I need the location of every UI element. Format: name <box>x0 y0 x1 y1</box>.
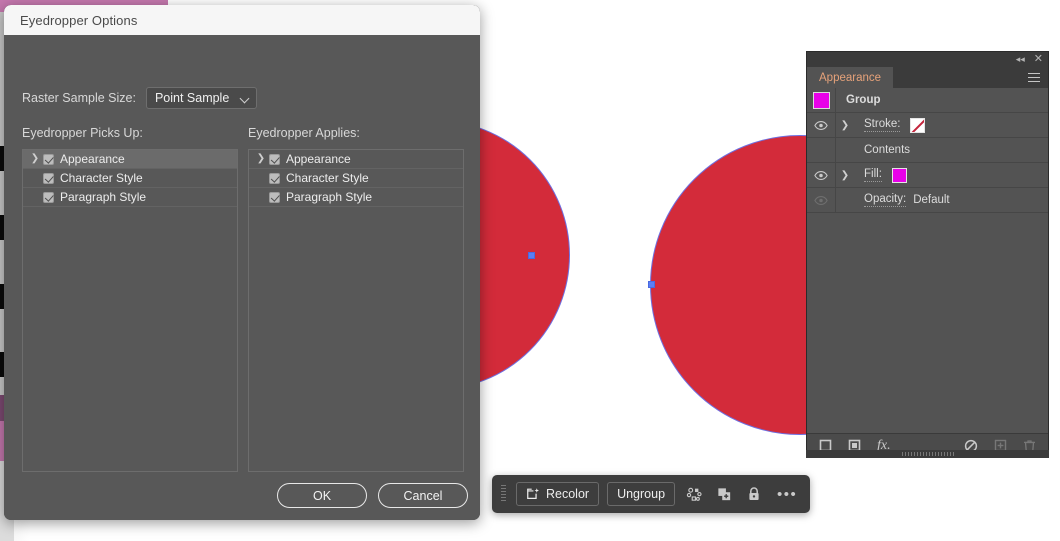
eye-cell-empty <box>807 138 836 162</box>
appearance-row-label: Group <box>846 94 881 106</box>
visibility-eye-icon[interactable] <box>807 113 836 137</box>
list-item-label: Appearance <box>286 152 351 166</box>
ok-button[interactable]: OK <box>277 483 367 508</box>
group-color-swatch[interactable] <box>812 91 830 109</box>
context-toolbar: Recolor Ungroup ••• <box>492 475 811 513</box>
drag-grip-icon[interactable] <box>501 485 506 503</box>
appearance-panel: ◂◂ ✕ Appearance Group ❯ Stroke: Contents ❯ Fi… <box>806 51 1049 458</box>
panel-menu-icon[interactable] <box>1020 67 1048 88</box>
eyedropper-options-dialog: Eyedropper Options Raster Sample Size: P… <box>4 5 480 520</box>
appearance-row-label: Contents <box>864 144 911 156</box>
dialog-titlebar: Eyedropper Options <box>4 5 480 35</box>
app-background: Eyedropper Options Raster Sample Size: P… <box>0 0 1060 541</box>
applies-list[interactable]: ❯ Appearance Character Style Paragraph Styl… <box>248 149 464 472</box>
checkbox[interactable] <box>269 172 280 184</box>
fill-color-swatch[interactable] <box>891 167 907 183</box>
panel-tabbar-filler <box>893 67 1020 88</box>
swatch-cell <box>807 88 836 112</box>
cancel-button[interactable]: Cancel <box>378 483 468 508</box>
visibility-eye-icon[interactable] <box>807 163 836 187</box>
checkbox[interactable] <box>269 153 280 165</box>
list-item[interactable]: Character Style <box>249 169 463 188</box>
picks-up-list[interactable]: ❯ Appearance Character Style Paragraph Styl… <box>22 149 238 472</box>
dialog-button-row: OK Cancel <box>277 483 468 508</box>
selection-anchor-point[interactable] <box>528 252 535 259</box>
checkbox[interactable] <box>269 191 280 203</box>
ungroup-button[interactable]: Ungroup <box>607 482 676 506</box>
appearance-row-contents[interactable]: Contents <box>807 138 1048 163</box>
appearance-row-group[interactable]: Group <box>807 88 1048 113</box>
more-options-icon[interactable]: ••• <box>773 487 801 502</box>
chevron-right-icon[interactable]: ❯ <box>836 120 854 131</box>
tab-appearance[interactable]: Appearance <box>807 67 894 88</box>
chevron-right-icon[interactable]: ❯ <box>255 154 267 164</box>
recolor-artwork-icon <box>526 487 540 501</box>
panel-resize-grip[interactable] <box>806 450 1049 458</box>
appearance-row-opacity[interactable]: Opacity: Default <box>807 188 1048 213</box>
appearance-row-label: Opacity: <box>864 193 907 207</box>
tab-appearance-label: Appearance <box>819 71 882 84</box>
list-item-label: Character Style <box>60 171 143 185</box>
appearance-row-label: Stroke: <box>864 118 901 132</box>
raster-sample-size-label: Raster Sample Size: <box>22 91 136 105</box>
list-item-label: Appearance <box>60 152 125 166</box>
list-item[interactable]: Paragraph Style <box>249 188 463 207</box>
selection-anchor-point[interactable] <box>648 281 655 288</box>
appearance-row-value: Default <box>913 194 950 206</box>
chevron-right-icon[interactable]: ❯ <box>29 154 41 164</box>
select-similar-objects-icon[interactable] <box>683 483 705 505</box>
checkbox[interactable] <box>43 191 54 203</box>
chevron-down-icon <box>241 94 250 103</box>
list-item-label: Paragraph Style <box>286 190 373 204</box>
list-item[interactable]: ❯ Appearance <box>23 150 237 169</box>
none-diagonal-line <box>911 118 925 132</box>
ungroup-button-label: Ungroup <box>617 487 666 501</box>
appearance-row-fill[interactable]: ❯ Fill: <box>807 163 1048 188</box>
panel-topbar: ◂◂ ✕ <box>807 52 1048 67</box>
close-icon[interactable]: ✕ <box>1034 54 1043 65</box>
appearance-row-label: Fill: <box>864 168 882 182</box>
list-item[interactable]: ❯ Appearance <box>249 150 463 169</box>
dialog-title: Eyedropper Options <box>20 12 138 28</box>
applies-heading: Eyedropper Applies: <box>248 126 360 140</box>
raster-sample-size-select[interactable]: Point Sample <box>145 87 258 109</box>
lock-icon[interactable] <box>743 483 765 505</box>
collapse-panel-icon[interactable]: ◂◂ <box>1016 55 1025 64</box>
visibility-eye-icon[interactable] <box>807 188 836 212</box>
picks-up-heading: Eyedropper Picks Up: <box>22 126 143 140</box>
appearance-row-stroke[interactable]: ❯ Stroke: <box>807 113 1048 138</box>
appearance-row-list: Group ❯ Stroke: Contents ❯ Fill: Opacity: Defau… <box>807 88 1048 433</box>
list-item-label: Paragraph Style <box>60 190 147 204</box>
list-item[interactable]: Paragraph Style <box>23 188 237 207</box>
panel-tabbar: Appearance <box>807 67 1048 88</box>
recolor-button-label: Recolor <box>546 487 590 501</box>
group-duplicate-icon[interactable] <box>713 483 735 505</box>
recolor-button[interactable]: Recolor <box>516 482 600 506</box>
list-item-label: Character Style <box>286 171 369 185</box>
stroke-none-swatch[interactable] <box>910 117 926 133</box>
checkbox[interactable] <box>43 172 54 184</box>
raster-sample-size-value: Point Sample <box>154 91 230 105</box>
list-item[interactable]: Character Style <box>23 169 237 188</box>
raster-sample-size-row: Raster Sample Size: Point Sample <box>22 87 258 109</box>
chevron-right-icon[interactable]: ❯ <box>836 170 854 181</box>
dialog-body: Raster Sample Size: Point Sample Eyedrop… <box>4 35 480 520</box>
checkbox[interactable] <box>43 153 54 165</box>
